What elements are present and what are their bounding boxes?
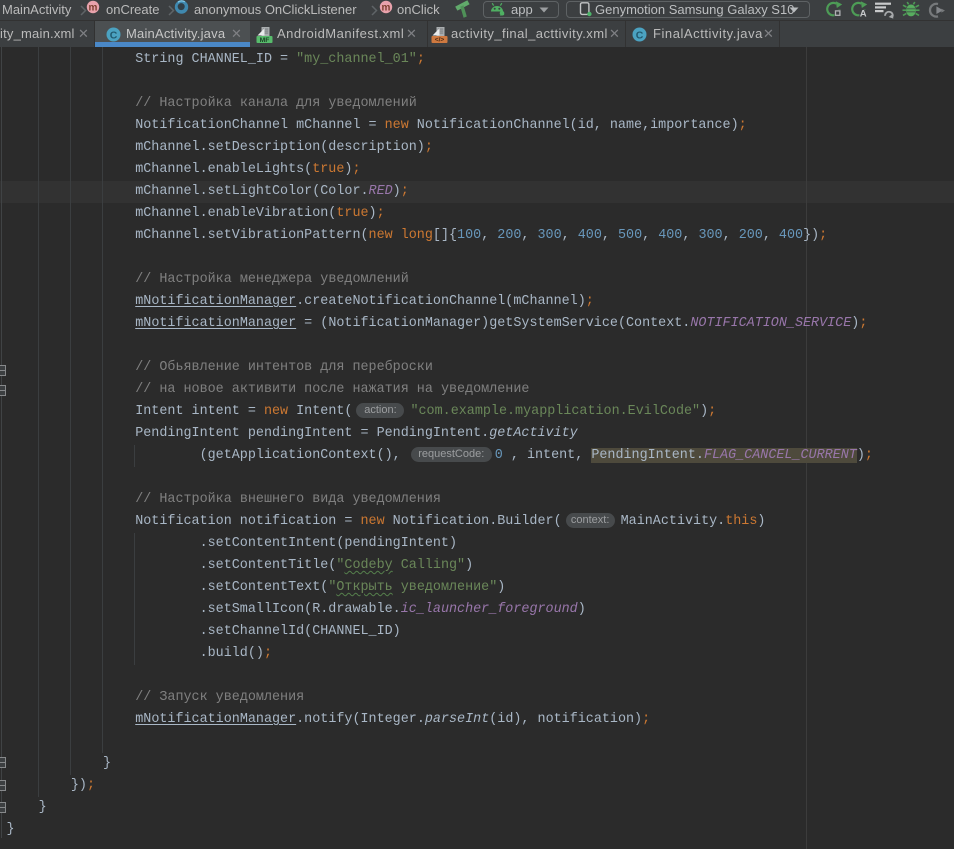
svg-text:m: m: [89, 3, 98, 14]
svg-text:MF: MF: [260, 37, 270, 43]
svg-text:A: A: [860, 9, 867, 19]
svg-text:m: m: [382, 3, 391, 14]
svg-text:</>: </>: [435, 37, 445, 43]
svg-text:C: C: [110, 29, 118, 41]
svg-text:C: C: [636, 29, 644, 41]
